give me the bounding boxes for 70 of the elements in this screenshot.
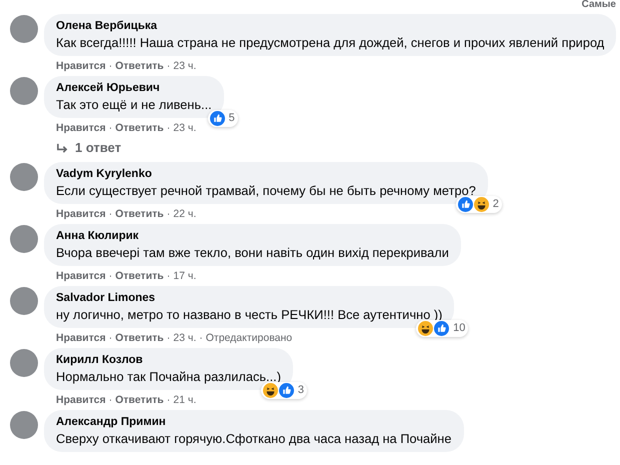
comment-time[interactable]: 23 ч. <box>173 332 196 344</box>
avatar[interactable] <box>10 287 38 315</box>
laughing-face-icon <box>418 321 434 336</box>
reaction-count: 5 <box>228 112 235 125</box>
author-name[interactable]: Vadym Kyrylenko <box>56 167 476 182</box>
edited-label: Отредактировано <box>206 332 292 344</box>
action-link[interactable]: Ответить <box>115 122 164 134</box>
action-link[interactable]: Ответить <box>115 208 164 220</box>
author-name[interactable]: Salvador Limones <box>56 291 442 306</box>
author-name[interactable]: Александр Примин <box>56 415 452 430</box>
separator-dot: · <box>108 60 112 72</box>
comment-text: Вчора ввечері там вже текло, вони навіть один вихід перекривали <box>56 244 449 261</box>
reply-arrow-icon <box>56 142 69 154</box>
reaction-badge[interactable]: 10 <box>416 320 468 337</box>
action-link[interactable]: Нравится <box>56 122 106 134</box>
reaction-badge[interactable]: 3 <box>260 382 307 399</box>
action-link[interactable]: Нравится <box>56 270 106 282</box>
author-name[interactable]: Алексей Юрьевич <box>56 81 212 96</box>
action-link[interactable]: Ответить <box>115 332 164 344</box>
avatar[interactable] <box>10 15 38 43</box>
comment-time[interactable]: 17 ч. <box>173 270 196 282</box>
thumbs-up-icon <box>278 383 294 398</box>
action-link[interactable]: Нравится <box>56 394 106 406</box>
comment-time[interactable]: 23 ч. <box>173 122 196 134</box>
author-name[interactable]: Олена Вербицька <box>56 19 604 34</box>
comment-text: Если существует речной трамвай, почему бы не быть речному метро? <box>56 182 476 199</box>
reaction-badge[interactable]: 5 <box>208 110 238 127</box>
avatar[interactable] <box>10 163 38 191</box>
action-link[interactable]: Нравится <box>56 332 106 344</box>
separator-dot: · <box>108 122 112 134</box>
separator-dot: · <box>166 394 170 406</box>
action-link[interactable]: Ответить <box>115 394 164 406</box>
avatar[interactable] <box>10 349 38 377</box>
reaction-count: 2 <box>492 198 499 211</box>
action-link[interactable]: Ответить <box>115 270 164 282</box>
thumbs-up-icon <box>210 111 225 126</box>
separator-dot: · <box>199 332 203 344</box>
separator-dot: · <box>166 270 170 282</box>
separator-dot: · <box>108 270 112 282</box>
comment-time[interactable]: 21 ч. <box>173 394 196 406</box>
comment-time[interactable]: 22 ч. <box>173 208 196 220</box>
comment-time[interactable]: 23 ч. <box>173 60 196 72</box>
avatar[interactable] <box>10 225 38 253</box>
comment-text: Сверху откачивают горячую.Сфоткано два часа назад на Почайне <box>56 430 452 447</box>
separator-dot: · <box>166 208 170 220</box>
separator-dot: · <box>166 122 170 134</box>
avatar[interactable] <box>10 411 38 439</box>
comment-text: Нормально так Почайна разлилась...) <box>56 368 281 385</box>
reaction-count: 3 <box>298 384 304 397</box>
sort-label[interactable]: Самые <box>582 0 616 10</box>
avatar[interactable] <box>10 77 38 105</box>
action-link[interactable]: Ответить <box>115 60 164 72</box>
laughing-face-icon <box>474 197 489 212</box>
separator-dot: · <box>166 332 170 344</box>
laughing-face-icon <box>262 383 278 398</box>
separator-dot: · <box>166 60 170 72</box>
author-name[interactable]: Кирилл Козлов <box>56 353 281 368</box>
reaction-count: 10 <box>453 322 466 335</box>
separator-dot: · <box>108 332 112 344</box>
replies-link[interactable]: 1 ответ <box>56 140 122 156</box>
author-name[interactable]: Анна Кюлирик <box>56 229 449 244</box>
comment-text: Как всегда!!!!! Наша страна не предусмотрена для дождей, снегов и прочих явлений природ <box>56 34 604 51</box>
action-link[interactable]: Нравится <box>56 208 106 220</box>
thumbs-up-icon <box>458 197 473 212</box>
separator-dot: · <box>108 208 112 220</box>
reaction-badge[interactable]: 2 <box>456 196 502 213</box>
comment-text: Так это ещё и не ливень... <box>56 96 212 113</box>
separator-dot: · <box>108 394 112 406</box>
action-link[interactable]: Нравится <box>56 60 106 72</box>
thumbs-up-icon <box>434 321 450 336</box>
